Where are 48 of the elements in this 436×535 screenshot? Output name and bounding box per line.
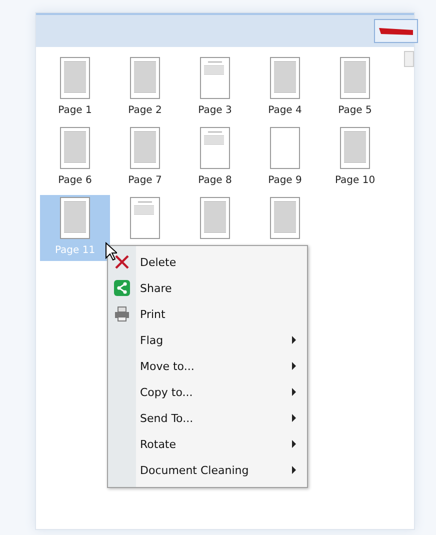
page-label: Page 8 bbox=[198, 175, 232, 186]
page-thumbnail[interactable] bbox=[270, 57, 300, 99]
page-label: Page 4 bbox=[268, 105, 302, 116]
printer-icon bbox=[114, 306, 130, 322]
page-label: Page 3 bbox=[198, 105, 232, 116]
page-label: Page 6 bbox=[58, 175, 92, 186]
menu-item[interactable]: Flag bbox=[108, 327, 307, 353]
page-item[interactable]: Page 6 bbox=[40, 125, 110, 191]
page-thumbnail[interactable] bbox=[130, 57, 160, 99]
menu-item[interactable]: Send To... bbox=[108, 405, 307, 431]
menu-item[interactable]: Rotate bbox=[108, 431, 307, 457]
page-item[interactable]: Page 10 bbox=[320, 125, 390, 191]
page-label: Page 9 bbox=[268, 175, 302, 186]
page-item[interactable]: Page 5 bbox=[320, 55, 390, 121]
stapler-button[interactable] bbox=[374, 19, 418, 43]
menu-item[interactable]: Print bbox=[108, 301, 307, 327]
page-item[interactable]: Page 2 bbox=[110, 55, 180, 121]
page-label: Page 1 bbox=[58, 105, 92, 116]
page-label: Page 7 bbox=[128, 175, 162, 186]
page-item[interactable]: Page 9 bbox=[250, 125, 320, 191]
page-thumbnail[interactable] bbox=[130, 127, 160, 169]
page-thumbnail[interactable] bbox=[60, 197, 90, 239]
page-thumbnail[interactable] bbox=[340, 57, 370, 99]
page-thumbnail[interactable] bbox=[200, 127, 230, 169]
page-label: Page 5 bbox=[338, 105, 372, 116]
page-thumbnail[interactable] bbox=[200, 197, 230, 239]
page-item[interactable]: Page 1 bbox=[40, 55, 110, 121]
page-thumbnail[interactable] bbox=[60, 57, 90, 99]
page-thumbnail[interactable] bbox=[340, 127, 370, 169]
page-label: Page 2 bbox=[128, 105, 162, 116]
delete-icon bbox=[114, 254, 130, 270]
page-thumbnail[interactable] bbox=[270, 127, 300, 169]
menu-item[interactable]: Share bbox=[108, 275, 307, 301]
page-item[interactable]: Page 8 bbox=[180, 125, 250, 191]
page-thumbnail[interactable] bbox=[130, 197, 160, 239]
page-thumbnail[interactable] bbox=[200, 57, 230, 99]
page-label: Page 10 bbox=[334, 175, 376, 186]
page-item[interactable]: Page 3 bbox=[180, 55, 250, 121]
page-item[interactable]: Page 7 bbox=[110, 125, 180, 191]
page-item[interactable]: Page 4 bbox=[250, 55, 320, 121]
share-icon bbox=[114, 280, 130, 296]
menu-item[interactable]: Document Cleaning bbox=[108, 457, 307, 483]
page-thumbnail[interactable] bbox=[270, 197, 300, 239]
stapler-icon bbox=[379, 26, 413, 36]
page-thumbnail[interactable] bbox=[60, 127, 90, 169]
page-label: Page 11 bbox=[54, 245, 96, 256]
menu-item[interactable]: Move to... bbox=[108, 353, 307, 379]
menu-item[interactable]: Copy to... bbox=[108, 379, 307, 405]
